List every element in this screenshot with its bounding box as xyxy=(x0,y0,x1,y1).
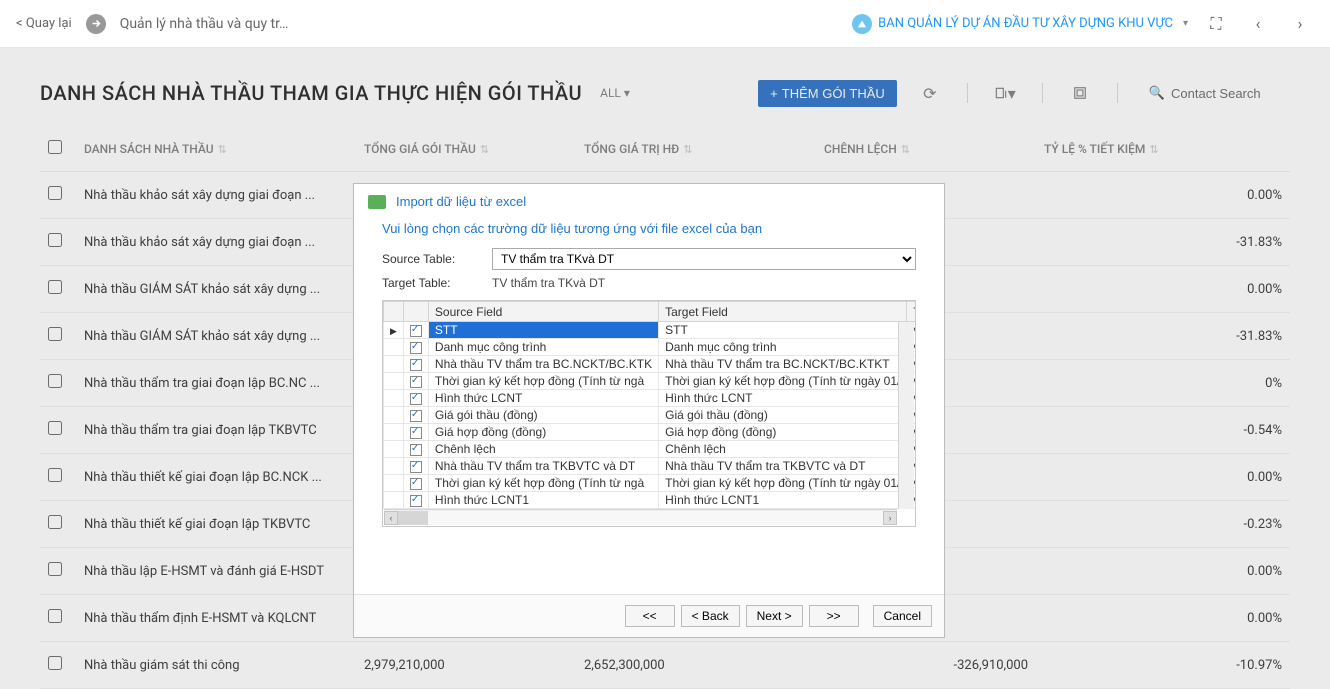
page-subtitle: Quản lý nhà thầu và quy tr… xyxy=(120,16,289,32)
row-check[interactable] xyxy=(403,492,428,509)
row-pointer xyxy=(384,390,404,407)
dialog-subtitle: Vui lòng chọn các trường dữ liệu tương ứ… xyxy=(354,213,944,248)
row-pointer xyxy=(384,339,404,356)
cell-source: Hình thức LCNT1 xyxy=(428,492,658,509)
caret-down-icon: ▾ xyxy=(1183,18,1188,29)
vertical-scrollbar[interactable] xyxy=(898,322,914,509)
cell-source: Thời gian ký kết hợp đồng (Tính từ ngà xyxy=(428,475,658,492)
last-button[interactable]: >> xyxy=(809,605,859,627)
grid-header-type[interactable]: Type xyxy=(907,302,916,322)
grid-header-pointer xyxy=(384,302,404,322)
cell-target: Hình thức LCNT xyxy=(659,390,907,407)
grid-row[interactable]: Giá gói thầu (đồng)Giá gói thầu (đồng)va… xyxy=(384,407,917,424)
grid-row[interactable]: Danh mục công trìnhDanh mục công trìnhva… xyxy=(384,339,917,356)
back-button[interactable]: < Back xyxy=(681,605,740,627)
source-table-select[interactable]: TV thẩm tra TKvà DT xyxy=(492,248,916,270)
cell-target: Nhà thầu TV thẩm tra TKBVTC và DT xyxy=(659,458,907,475)
grid-header-source[interactable]: Source Field xyxy=(428,302,658,322)
cell-source: Giá hợp đồng (đồng) xyxy=(428,424,658,441)
row-pointer xyxy=(384,441,404,458)
row-check[interactable] xyxy=(403,458,428,475)
row-pointer xyxy=(384,475,404,492)
horizontal-scrollbar[interactable]: ‹ › xyxy=(384,509,897,525)
dialog-body: Source Table: TV thẩm tra TKvà DT Target… xyxy=(354,248,944,594)
cell-target: Thời gian ký kết hợp đồng (Tính từ ngày … xyxy=(659,475,907,492)
import-dialog: Import dữ liệu từ excel Vui lòng chọn cá… xyxy=(353,183,945,638)
scroll-thumb[interactable] xyxy=(398,511,428,525)
cell-source: Giá gói thầu (đồng) xyxy=(428,407,658,424)
grid-row[interactable]: Hình thức LCNT1Hình thức LCNT1varchar255 xyxy=(384,492,917,509)
org-name: BAN QUẢN LÝ DỰ ÁN ĐẦU TƯ XÂY DỰNG KHU VỰ… xyxy=(878,16,1173,31)
grid-row[interactable]: Nhà thầu TV thẩm tra TKBVTC và DTNhà thầ… xyxy=(384,458,917,475)
cell-source: Danh mục công trình xyxy=(428,339,658,356)
row-check[interactable] xyxy=(403,356,428,373)
grid-row[interactable]: Thời gian ký kết hợp đồng (Tính từ ngàTh… xyxy=(384,373,917,390)
cell-source: Nhà thầu TV thẩm tra TKBVTC và DT xyxy=(428,458,658,475)
excel-icon xyxy=(368,195,386,209)
row-pointer xyxy=(384,373,404,390)
row-pointer xyxy=(384,356,404,373)
target-table-value: TV thẩm tra TKvà DT xyxy=(492,276,916,290)
cell-target: Thời gian ký kết hợp đồng (Tính từ ngày … xyxy=(659,373,907,390)
cell-target: Hình thức LCNT1 xyxy=(659,492,907,509)
grid-row[interactable]: Giá hợp đồng (đồng)Giá hợp đồng (đồng)va… xyxy=(384,424,917,441)
row-check[interactable] xyxy=(403,424,428,441)
grid-row[interactable]: STTSTTvarchar255 xyxy=(384,322,917,339)
grid-row[interactable]: Hình thức LCNTHình thức LCNTvarchar255 xyxy=(384,390,917,407)
org-selector[interactable]: BAN QUẢN LÝ DỰ ÁN ĐẦU TƯ XÂY DỰNG KHU VỰ… xyxy=(852,14,1188,34)
row-check[interactable] xyxy=(403,373,428,390)
row-pointer xyxy=(384,492,404,509)
grid-header-target[interactable]: Target Field xyxy=(659,302,907,322)
scroll-right-icon[interactable]: › xyxy=(883,511,897,525)
dialog-header: Import dữ liệu từ excel xyxy=(354,184,944,213)
row-check[interactable] xyxy=(403,441,428,458)
next-button[interactable]: Next > xyxy=(746,605,803,627)
cell-target: Nhà thầu TV thẩm tra BC.NCKT/BC.KTKT xyxy=(659,356,907,373)
row-check[interactable] xyxy=(403,390,428,407)
scroll-left-icon[interactable]: ‹ xyxy=(384,511,398,525)
nav-prev-icon[interactable]: ‹ xyxy=(1244,10,1272,38)
row-check[interactable] xyxy=(403,339,428,356)
row-pointer xyxy=(384,322,404,339)
row-check[interactable] xyxy=(403,322,428,339)
cell-source: Thời gian ký kết hợp đồng (Tính từ ngà xyxy=(428,373,658,390)
cell-source: Chênh lệch xyxy=(428,441,658,458)
back-link[interactable]: < Quay lại xyxy=(16,16,72,31)
row-pointer xyxy=(384,424,404,441)
grid-row[interactable]: Nhà thầu TV thẩm tra BC.NCKT/BC.KTKNhà t… xyxy=(384,356,917,373)
nav-next-icon[interactable]: › xyxy=(1286,10,1314,38)
cell-source: Hình thức LCNT xyxy=(428,390,658,407)
row-pointer xyxy=(384,407,404,424)
cell-target: STT xyxy=(659,322,907,339)
row-check[interactable] xyxy=(403,407,428,424)
first-button[interactable]: << xyxy=(625,605,675,627)
cell-target: Giá gói thầu (đồng) xyxy=(659,407,907,424)
cell-source: Nhà thầu TV thẩm tra BC.NCKT/BC.KTK xyxy=(428,356,658,373)
grid-row[interactable]: Thời gian ký kết hợp đồng (Tính từ ngàTh… xyxy=(384,475,917,492)
cell-target: Giá hợp đồng (đồng) xyxy=(659,424,907,441)
cell-target: Danh mục công trình xyxy=(659,339,907,356)
scroll-track[interactable] xyxy=(398,511,883,525)
cell-source: STT xyxy=(428,322,658,339)
share-icon[interactable] xyxy=(86,14,106,34)
grid-row[interactable]: Chênh lệchChênh lệchvarchar255 xyxy=(384,441,917,458)
field-grid: Source Field Target Field Type Length ST… xyxy=(382,300,916,527)
dialog-title: Import dữ liệu từ excel xyxy=(396,194,526,209)
source-table-label: Source Table: xyxy=(382,252,492,266)
cell-target: Chênh lệch xyxy=(659,441,907,458)
dialog-footer: << < Back Next > >> Cancel xyxy=(354,594,944,637)
fullscreen-icon[interactable]: ⛶ xyxy=(1202,10,1230,38)
grid-header-checkbox xyxy=(403,302,428,322)
row-pointer xyxy=(384,458,404,475)
org-icon xyxy=(852,14,872,34)
target-table-label: Target Table: xyxy=(382,276,492,290)
topbar: < Quay lại Quản lý nhà thầu và quy tr… B… xyxy=(0,0,1330,48)
cancel-button[interactable]: Cancel xyxy=(873,605,932,627)
row-check[interactable] xyxy=(403,475,428,492)
